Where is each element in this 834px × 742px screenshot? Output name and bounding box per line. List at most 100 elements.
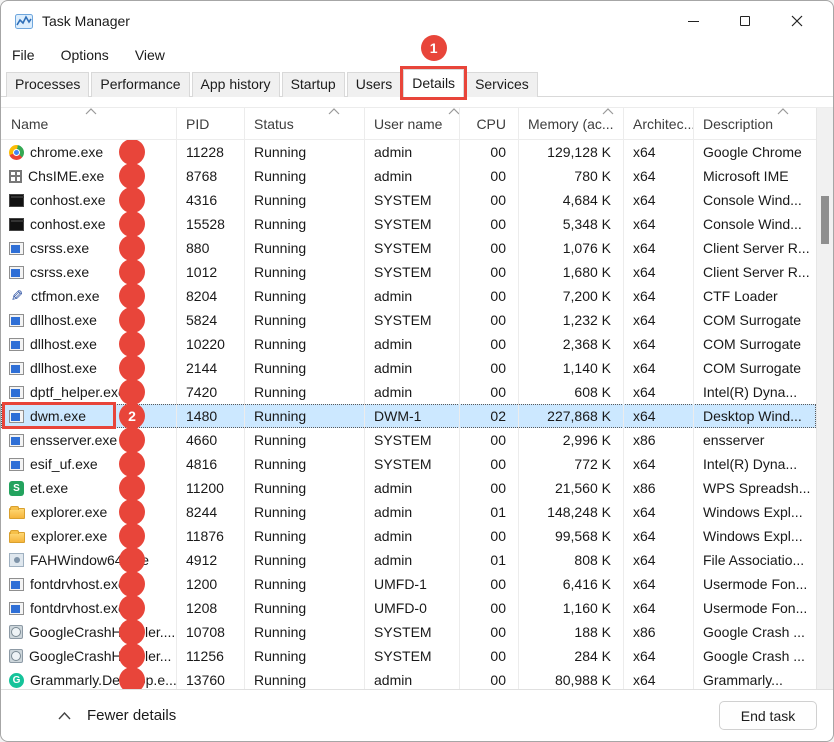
process-row[interactable]: conhost.exe 15528 Running SYSTEM 00 5,34…	[1, 212, 816, 236]
cell-arch: x86	[623, 476, 693, 500]
menu-options[interactable]: Options	[61, 44, 109, 66]
column-header-user[interactable]: User name	[364, 108, 459, 140]
cell-description: Console Wind...	[693, 212, 816, 236]
menu-file[interactable]: File	[12, 44, 35, 66]
cell-user: admin	[364, 524, 459, 548]
titlebar: Task Manager	[1, 1, 833, 41]
column-header-pid[interactable]: PID	[176, 108, 244, 140]
process-row[interactable]: Set.exe 11200 Running admin 00 21,560 K …	[1, 476, 816, 500]
process-row[interactable]: ensserver.exe 4660 Running SYSTEM 00 2,9…	[1, 428, 816, 452]
cell-pid: 8768	[176, 164, 244, 188]
cell-user: SYSTEM	[364, 188, 459, 212]
tab-label: Startup	[291, 76, 336, 92]
cell-user: SYSTEM	[364, 644, 459, 668]
close-button[interactable]	[771, 1, 823, 41]
process-row[interactable]: GoogleCrashHandler.... 10708 Running SYS…	[1, 620, 816, 644]
tab-processes[interactable]: Processes	[6, 72, 89, 97]
cell-status: Running	[244, 380, 364, 404]
cell-description: Windows Expl...	[693, 524, 816, 548]
window-icon	[9, 458, 24, 471]
cell-user: SYSTEM	[364, 260, 459, 284]
process-row[interactable]: csrss.exe 880 Running SYSTEM 00 1,076 K …	[1, 236, 816, 260]
cell-status: Running	[244, 428, 364, 452]
tab-performance[interactable]: Performance	[91, 72, 189, 97]
cell-pid: 15528	[176, 212, 244, 236]
cell-name: explorer.exe	[1, 524, 176, 548]
column-header-status[interactable]: Status	[244, 108, 364, 140]
column-header-label: PID	[186, 116, 209, 132]
cell-user: SYSTEM	[364, 212, 459, 236]
process-row[interactable]: ✎ctfmon.exe 8204 Running admin 00 7,200 …	[1, 284, 816, 308]
column-header-name[interactable]: Name	[1, 108, 176, 140]
annotation-badge-2	[119, 451, 145, 477]
cell-name: GGrammarly.Desktop.e...	[1, 668, 176, 689]
scrollbar-thumb[interactable]	[821, 196, 829, 244]
tab-label: Services	[475, 76, 529, 92]
cell-memory: 1,076 K	[518, 236, 623, 260]
process-row[interactable]: dptf_helper.exe 7420 Running admin 00 60…	[1, 380, 816, 404]
annotation-badge-2	[119, 379, 145, 405]
process-row[interactable]: fontdrvhost.exe 1200 Running UMFD-1 00 6…	[1, 572, 816, 596]
tab-app-history[interactable]: App history	[192, 72, 280, 97]
minimize-button[interactable]	[667, 1, 719, 41]
pen-icon: ✎	[9, 289, 25, 304]
cell-pid: 4912	[176, 548, 244, 572]
process-row[interactable]: esif_uf.exe 4816 Running SYSTEM 00 772 K…	[1, 452, 816, 476]
cell-cpu: 00	[459, 452, 518, 476]
window-title: Task Manager	[42, 13, 130, 29]
cell-description: Console Wind...	[693, 188, 816, 212]
tab-users[interactable]: Users	[347, 72, 402, 97]
menu-bar: File Options View	[1, 41, 833, 69]
process-row[interactable]: explorer.exe 11876 Running admin 00 99,5…	[1, 524, 816, 548]
process-row[interactable]: dllhost.exe 10220 Running admin 00 2,368…	[1, 332, 816, 356]
end-task-button[interactable]: End task	[719, 701, 817, 730]
column-header-memory[interactable]: Memory (ac...	[518, 108, 623, 140]
cell-memory: 4,684 K	[518, 188, 623, 212]
cell-user: SYSTEM	[364, 428, 459, 452]
cell-pid: 4816	[176, 452, 244, 476]
process-row[interactable]: chrome.exe 11228 Running admin 00 129,12…	[1, 140, 816, 164]
vertical-scrollbar[interactable]	[816, 108, 833, 689]
cell-arch: x64	[623, 524, 693, 548]
cell-arch: x64	[623, 284, 693, 308]
annotation-badge-2	[119, 643, 145, 669]
cell-name: dptf_helper.exe	[1, 380, 176, 404]
cell-name: dllhost.exe	[1, 332, 176, 356]
column-header-arch[interactable]: Architec...	[623, 108, 693, 140]
process-row[interactable]: dllhost.exe 2144 Running admin 00 1,140 …	[1, 356, 816, 380]
process-row[interactable]: GoogleCrashHandler... 11256 Running SYST…	[1, 644, 816, 668]
cell-user: admin	[364, 548, 459, 572]
cell-memory: 1,232 K	[518, 308, 623, 332]
cell-user: admin	[364, 476, 459, 500]
tab-startup[interactable]: Startup	[282, 72, 345, 97]
cell-description: ensserver	[693, 428, 816, 452]
process-row[interactable]: FAHWindow64.exe 4912 Running admin 01 80…	[1, 548, 816, 572]
process-row[interactable]: dllhost.exe 5824 Running SYSTEM 00 1,232…	[1, 308, 816, 332]
column-header-desc[interactable]: Description	[693, 108, 816, 140]
cell-cpu: 00	[459, 332, 518, 356]
maximize-button[interactable]	[719, 1, 771, 41]
cell-cpu: 00	[459, 164, 518, 188]
process-row[interactable]: conhost.exe 4316 Running SYSTEM 00 4,684…	[1, 188, 816, 212]
cell-memory: 188 K	[518, 620, 623, 644]
process-row[interactable]: dwm.exe 1480 Running DWM-1 02 227,868 K …	[1, 404, 816, 428]
cell-status: Running	[244, 476, 364, 500]
process-row[interactable]: explorer.exe 8244 Running admin 01 148,2…	[1, 500, 816, 524]
process-row[interactable]: GGrammarly.Desktop.e... 13760 Running ad…	[1, 668, 816, 689]
tab-services[interactable]: Services	[466, 72, 538, 97]
cell-name: ensserver.exe	[1, 428, 176, 452]
cell-name: dwm.exe	[1, 404, 176, 428]
process-row[interactable]: ChsIME.exe 8768 Running admin 00 780 K x…	[1, 164, 816, 188]
cell-pid: 4660	[176, 428, 244, 452]
menu-view[interactable]: View	[135, 44, 165, 66]
cell-name: Set.exe	[1, 476, 176, 500]
process-row[interactable]: fontdrvhost.exe 1208 Running UMFD-0 00 1…	[1, 596, 816, 620]
tab-details[interactable]: Details 1	[403, 69, 464, 97]
cell-description: COM Surrogate	[693, 356, 816, 380]
column-header-cpu[interactable]: CPU	[459, 108, 518, 140]
cell-pid: 5824	[176, 308, 244, 332]
annotation-badge-2	[119, 523, 145, 549]
crash-icon	[9, 625, 23, 639]
fewer-details-button[interactable]: Fewer details	[58, 707, 176, 724]
process-row[interactable]: csrss.exe 1012 Running SYSTEM 00 1,680 K…	[1, 260, 816, 284]
